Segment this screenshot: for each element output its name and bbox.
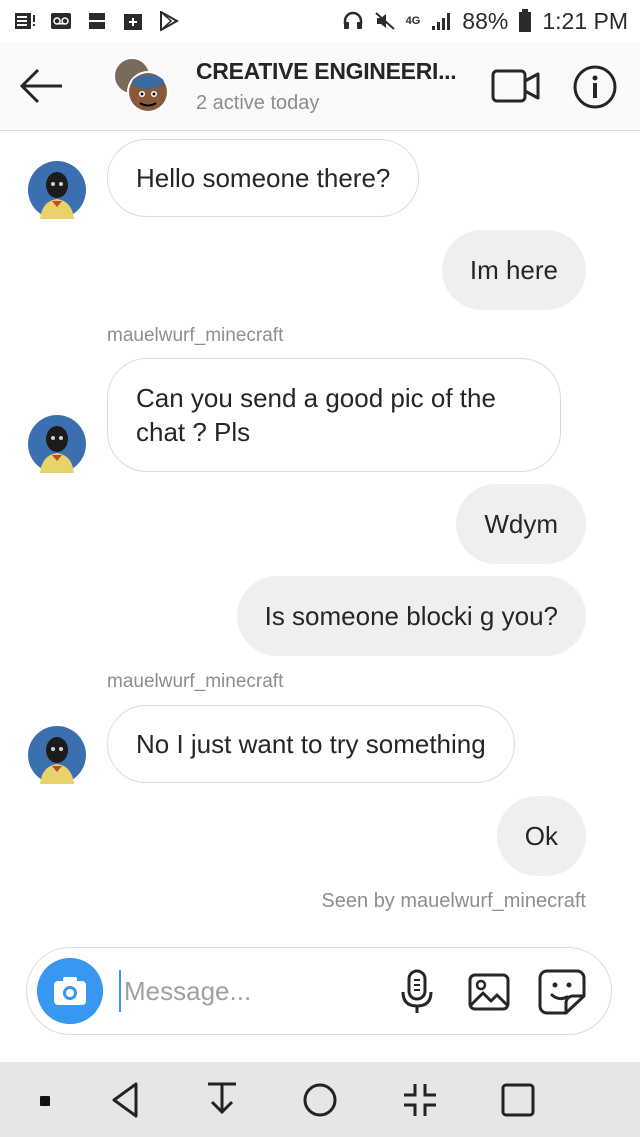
recents-square-icon[interactable] bbox=[498, 1080, 538, 1120]
message-bubble-outgoing[interactable]: Is someone blocki g you? bbox=[236, 576, 586, 656]
info-icon[interactable] bbox=[572, 64, 618, 110]
message-text-line1: Can you send a good pic of the bbox=[136, 383, 496, 413]
microphone-icon[interactable] bbox=[395, 968, 439, 1016]
home-circle-icon[interactable] bbox=[300, 1080, 340, 1120]
download-arrow-icon[interactable] bbox=[202, 1080, 242, 1120]
message-bubble-outgoing[interactable]: Ok bbox=[496, 796, 586, 876]
message-text: Hello someone there? bbox=[136, 163, 391, 193]
mute-icon bbox=[374, 12, 395, 30]
message-text: Im here bbox=[469, 254, 558, 285]
message-text: Is someone blocki g you? bbox=[264, 600, 558, 631]
play-store-icon bbox=[160, 11, 180, 31]
split-screen-icon[interactable] bbox=[400, 1080, 440, 1120]
system-nav-bar bbox=[0, 1062, 640, 1137]
sender-name: mauelwurf_minecraft bbox=[107, 325, 284, 346]
chat-title[interactable]: CREATIVE ENGINEERI... bbox=[196, 58, 457, 85]
message-bubble-incoming[interactable]: No I just want to try something bbox=[107, 705, 515, 783]
message-input[interactable] bbox=[119, 970, 384, 1012]
dot-icon[interactable] bbox=[34, 1080, 74, 1120]
message-text: Wdym bbox=[484, 508, 558, 539]
briefcase-icon bbox=[124, 14, 142, 30]
message-text: No I just want to try something bbox=[136, 729, 486, 759]
gallery-icon[interactable] bbox=[467, 972, 511, 1012]
chat-subtitle: 2 active today bbox=[196, 92, 320, 114]
chat-header: CREATIVE ENGINEERI... 2 active today bbox=[0, 42, 640, 131]
back-triangle-icon[interactable] bbox=[106, 1080, 146, 1120]
notification-icon bbox=[15, 13, 35, 29]
battery-icon bbox=[519, 9, 532, 32]
clock: 1:21 PM bbox=[542, 7, 628, 34]
network-type: 4G bbox=[405, 15, 421, 27]
message-text: Ok bbox=[524, 820, 558, 851]
sender-avatar[interactable] bbox=[28, 415, 86, 473]
sender-name: mauelwurf_minecraft bbox=[107, 671, 284, 692]
camera-icon[interactable] bbox=[37, 958, 103, 1024]
sticker-icon[interactable] bbox=[537, 968, 587, 1016]
headset-icon bbox=[343, 11, 362, 29]
battery-percent: 88% bbox=[462, 7, 509, 34]
message-bubble-outgoing[interactable]: Im here bbox=[441, 230, 586, 310]
video-call-icon[interactable] bbox=[490, 66, 542, 106]
message-bubble-incoming[interactable]: Can you send a good pic of the chat ? Pl… bbox=[107, 358, 561, 472]
sender-avatar[interactable] bbox=[28, 726, 86, 784]
message-bubble-incoming[interactable]: Hello someone there? bbox=[107, 139, 420, 217]
message-bubble-outgoing[interactable]: Wdym bbox=[456, 484, 586, 564]
voicemail-icon bbox=[51, 13, 71, 29]
message-text-line2: chat ? Pls bbox=[136, 417, 251, 447]
storage-icon bbox=[89, 13, 105, 29]
signal-icon bbox=[432, 13, 451, 30]
message-composer bbox=[26, 947, 612, 1035]
status-bar: 4G 88% 1:21 PM bbox=[0, 0, 640, 42]
sender-avatar[interactable] bbox=[28, 161, 86, 219]
group-avatar[interactable] bbox=[112, 56, 172, 116]
seen-receipt: Seen by mauelwurf_minecraft bbox=[321, 890, 586, 912]
back-arrow-icon[interactable] bbox=[18, 64, 66, 108]
